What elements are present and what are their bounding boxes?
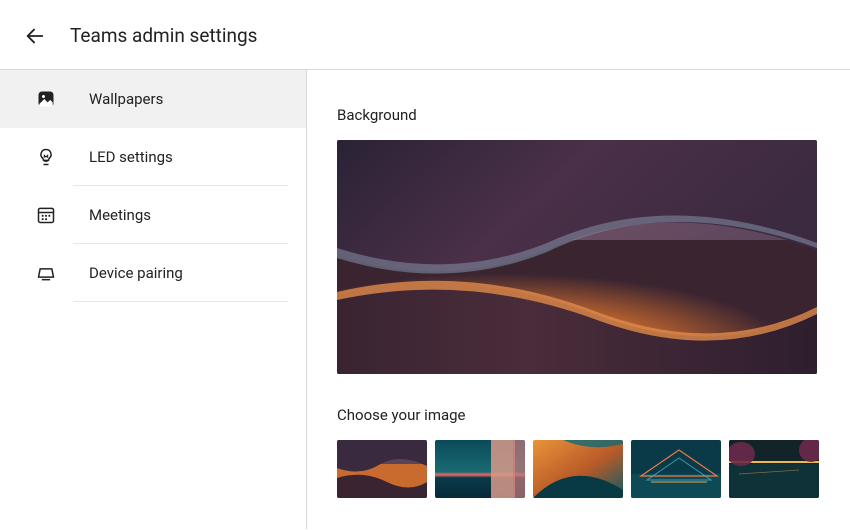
sidebar-item-led-settings[interactable]: LED settings [0,128,306,186]
background-label: Background [337,106,850,124]
bulb-icon [35,146,57,168]
sidebar: Wallpapers LED settings [0,70,307,529]
content: Background [307,70,850,529]
thumbnail-row [337,440,850,498]
sidebar-item-meetings[interactable]: Meetings [0,186,306,244]
image-icon [35,88,57,110]
device-icon [35,262,57,284]
sidebar-item-label: LED settings [89,148,173,166]
header: Teams admin settings [0,0,850,70]
thumbnail-sunset-sea[interactable] [435,440,525,498]
sidebar-item-label: Device pairing [89,264,183,282]
thumbnail-glass-night[interactable] [631,440,721,498]
sidebar-item-label: Wallpapers [89,90,163,108]
thumbnail-pool-night[interactable] [729,440,819,498]
sidebar-item-wallpapers[interactable]: Wallpapers [0,70,306,128]
sidebar-item-label: Meetings [89,206,151,224]
page-title: Teams admin settings [70,24,257,47]
choose-image-label: Choose your image [337,406,850,424]
calendar-icon [35,204,57,226]
arrow-left-icon [24,25,46,47]
main: Wallpapers LED settings [0,70,850,529]
sidebar-item-device-pairing[interactable]: Device pairing [0,244,306,302]
thumbnail-wave-orange[interactable] [533,440,623,498]
back-button[interactable] [24,25,46,47]
thumbnail-wave-purple[interactable] [337,440,427,498]
background-preview [337,140,817,374]
